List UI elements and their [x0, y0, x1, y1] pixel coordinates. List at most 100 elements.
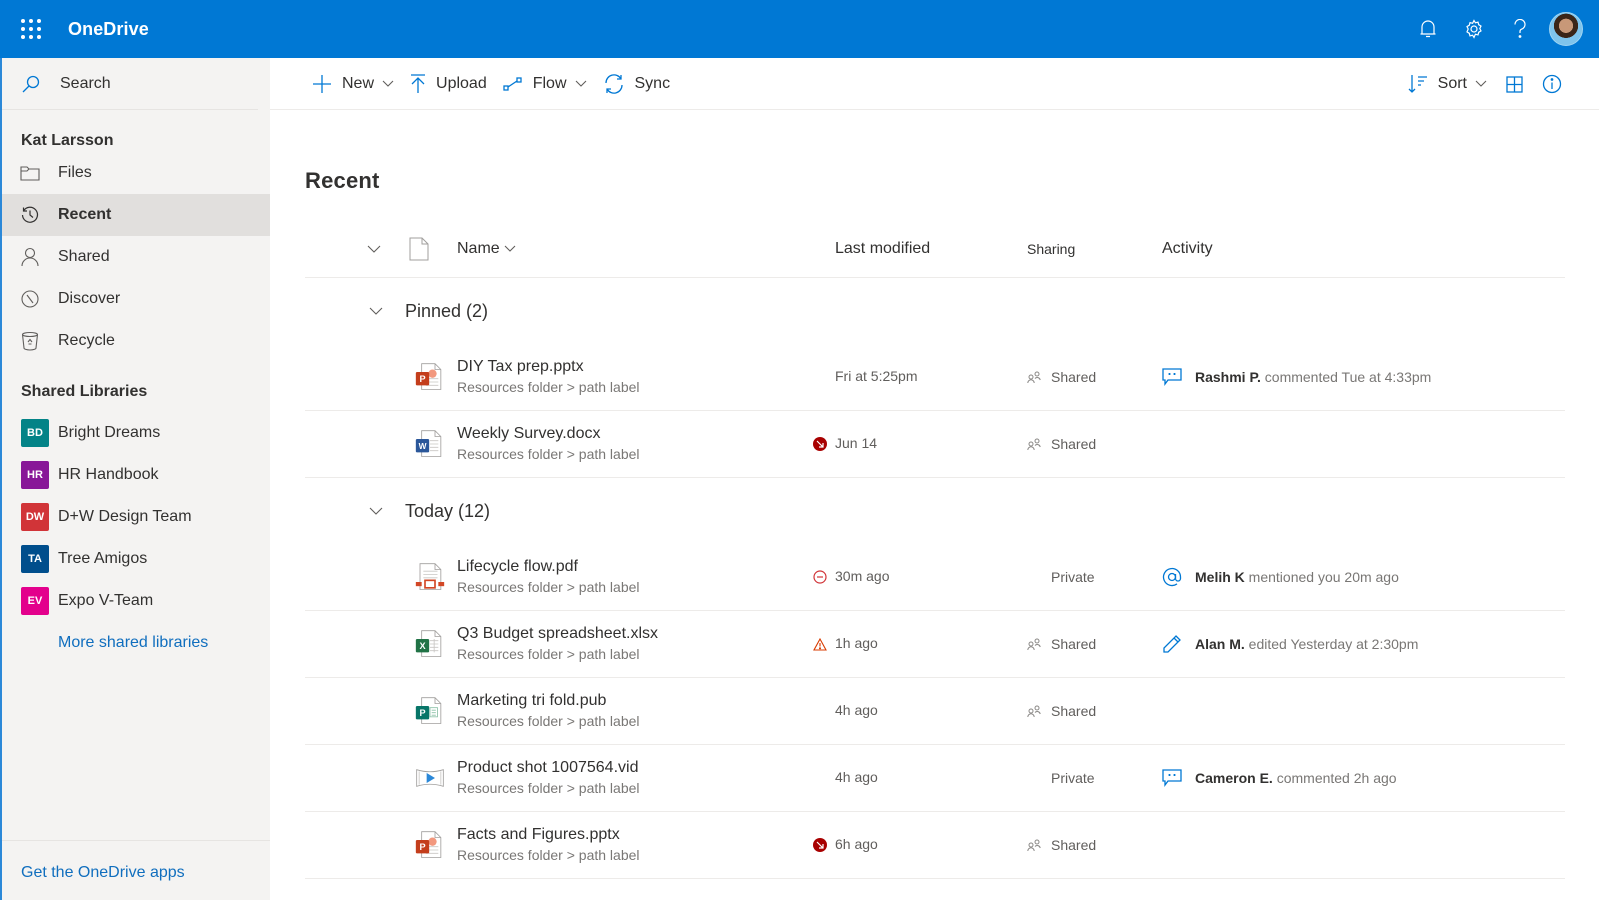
search-box[interactable]: Search: [2, 58, 258, 110]
notifications-button[interactable]: [1405, 0, 1451, 58]
column-activity[interactable]: Activity: [1162, 240, 1565, 258]
library-label: Bright Dreams: [58, 424, 161, 441]
file-name[interactable]: Facts and Figures.pptx: [457, 825, 620, 845]
nav-footer: Get the OneDrive apps: [2, 840, 270, 900]
last-modified: 4h ago: [835, 769, 878, 785]
more-shared-libraries-link[interactable]: More shared libraries: [2, 622, 270, 664]
flow-button[interactable]: Flow: [495, 58, 595, 110]
app-title[interactable]: OneDrive: [68, 19, 149, 40]
nav-item-files[interactable]: Files: [2, 152, 270, 194]
search-label: Search: [60, 74, 111, 92]
suite-header: OneDrive: [0, 0, 1599, 58]
activity-description: commented 2h ago: [1272, 770, 1397, 786]
file-row[interactable]: P Facts and Figures.pptx Resources folder …: [305, 812, 1565, 879]
chevron-down-icon: [305, 507, 405, 515]
nav-item-label: Files: [58, 164, 92, 181]
column-last-modified[interactable]: Last modified: [835, 240, 1027, 258]
last-modified: Jun 14: [835, 435, 878, 451]
library-expo-v-team[interactable]: EV Expo V-Team: [2, 580, 270, 622]
nav-item-label: Shared: [58, 248, 110, 265]
file-name[interactable]: Marketing tri fold.pub: [457, 691, 606, 711]
nav-item-discover[interactable]: Discover: [2, 278, 270, 320]
chevron-down-icon: [305, 307, 405, 315]
help-button[interactable]: [1497, 0, 1543, 58]
last-modified: 1h ago: [835, 635, 878, 651]
file-row[interactable]: P Marketing tri fold.pub Resources folder …: [305, 678, 1565, 745]
activity-text: Cameron E. commented 2h ago: [1195, 770, 1397, 786]
file-name[interactable]: Product shot 1007564.vid: [457, 758, 638, 778]
last-modified: Fri at 5:25pm: [835, 368, 918, 384]
shared-people-icon: [1027, 438, 1041, 450]
status-indicator: [805, 570, 835, 584]
mention-icon: [1162, 567, 1195, 587]
activity-user: Alan M.: [1195, 636, 1245, 652]
pdf-file-icon: [305, 559, 445, 595]
file-row[interactable]: W Weekly Survey.docx Resources folder > pa…: [305, 411, 1565, 478]
sharing-status: Shared: [1051, 436, 1097, 452]
nav-item-recycle[interactable]: Recycle: [2, 320, 270, 362]
info-button[interactable]: [1533, 58, 1571, 110]
file-row[interactable]: Product shot 1007564.vid Resources folder…: [305, 745, 1565, 812]
file-row[interactable]: Lifecycle flow.pdf Resources folder > pat…: [305, 544, 1565, 611]
library-tree-amigos[interactable]: TA Tree Amigos: [2, 538, 270, 580]
warning-icon: [813, 637, 827, 651]
group-label: Today (12): [405, 500, 491, 521]
sort-icon: [1408, 75, 1427, 93]
library-dw-design-team[interactable]: DW D+W Design Team: [2, 496, 270, 538]
folder-icon: [2, 165, 58, 181]
shared-libraries-heading: Shared Libraries: [21, 383, 148, 400]
pptx-file-icon: P: [305, 359, 445, 395]
last-modified: 30m ago: [835, 568, 890, 584]
checked-out-icon: [813, 437, 827, 451]
file-name[interactable]: Lifecycle flow.pdf: [457, 557, 578, 577]
library-badge: HR: [21, 461, 49, 489]
avatar[interactable]: [1549, 12, 1583, 46]
library-label: Expo V-Team: [58, 592, 154, 609]
pub-file-icon: P: [305, 693, 445, 729]
nav-item-label: Recent: [58, 206, 112, 223]
upload-button[interactable]: Upload: [402, 58, 495, 110]
sharing-status: Shared: [1051, 369, 1097, 385]
file-name[interactable]: Weekly Survey.docx: [457, 424, 600, 444]
file-path: Resources folder > path label: [457, 379, 640, 395]
view-toggle-button[interactable]: [1495, 58, 1533, 110]
compass-icon: [2, 289, 58, 309]
library-badge: DW: [21, 503, 49, 531]
waffle-icon: [21, 19, 41, 39]
comment-icon: [1162, 769, 1195, 787]
sharing-status: Shared: [1051, 636, 1097, 652]
new-button[interactable]: New: [304, 58, 402, 110]
file-row[interactable]: P DIY Tax prep.pptx Resources folder > pat…: [305, 344, 1565, 411]
library-badge: EV: [21, 587, 49, 615]
file-row[interactable]: X Q3 Budget spreadsheet.xlsx Resources fol…: [305, 611, 1565, 678]
nav-item-shared[interactable]: Shared: [2, 236, 270, 278]
xlsx-file-icon: X: [305, 626, 445, 662]
edit-icon: [1162, 634, 1195, 654]
nav-item-recent[interactable]: Recent: [2, 194, 270, 236]
get-apps-link[interactable]: Get the OneDrive apps: [21, 864, 185, 882]
library-bright-dreams[interactable]: BD Bright Dreams: [2, 412, 270, 454]
library-hr-handbook[interactable]: HR HR Handbook: [2, 454, 270, 496]
activity-user: Melih K: [1195, 569, 1245, 585]
shared-people-icon: [1027, 705, 1041, 717]
shared-people-icon: [1027, 638, 1041, 650]
activity-description: edited Yesterday at 2:30pm: [1244, 636, 1419, 652]
column-sharing[interactable]: Sharing: [1027, 241, 1162, 257]
column-name[interactable]: Name: [457, 240, 805, 258]
group-header[interactable]: Today (12): [305, 478, 1565, 544]
last-modified: 4h ago: [835, 702, 878, 718]
collapse-all-button[interactable]: [305, 237, 445, 261]
command-bar: New Upload Flow Sync Sort: [270, 58, 1599, 110]
group-header[interactable]: Pinned (2): [305, 278, 1565, 344]
last-modified: 6h ago: [835, 836, 878, 852]
file-name[interactable]: Q3 Budget spreadsheet.xlsx: [457, 624, 658, 644]
settings-button[interactable]: [1451, 0, 1497, 58]
chevron-down-icon: [504, 245, 516, 252]
chevron-down-icon: [382, 80, 394, 87]
file-name[interactable]: DIY Tax prep.pptx: [457, 357, 584, 377]
app-launcher-button[interactable]: [0, 0, 62, 58]
sort-button[interactable]: Sort: [1400, 58, 1495, 110]
activity-description: commented Tue at 4:33pm: [1260, 369, 1432, 385]
docx-file-icon: W: [305, 426, 445, 462]
sync-button[interactable]: Sync: [595, 58, 679, 110]
